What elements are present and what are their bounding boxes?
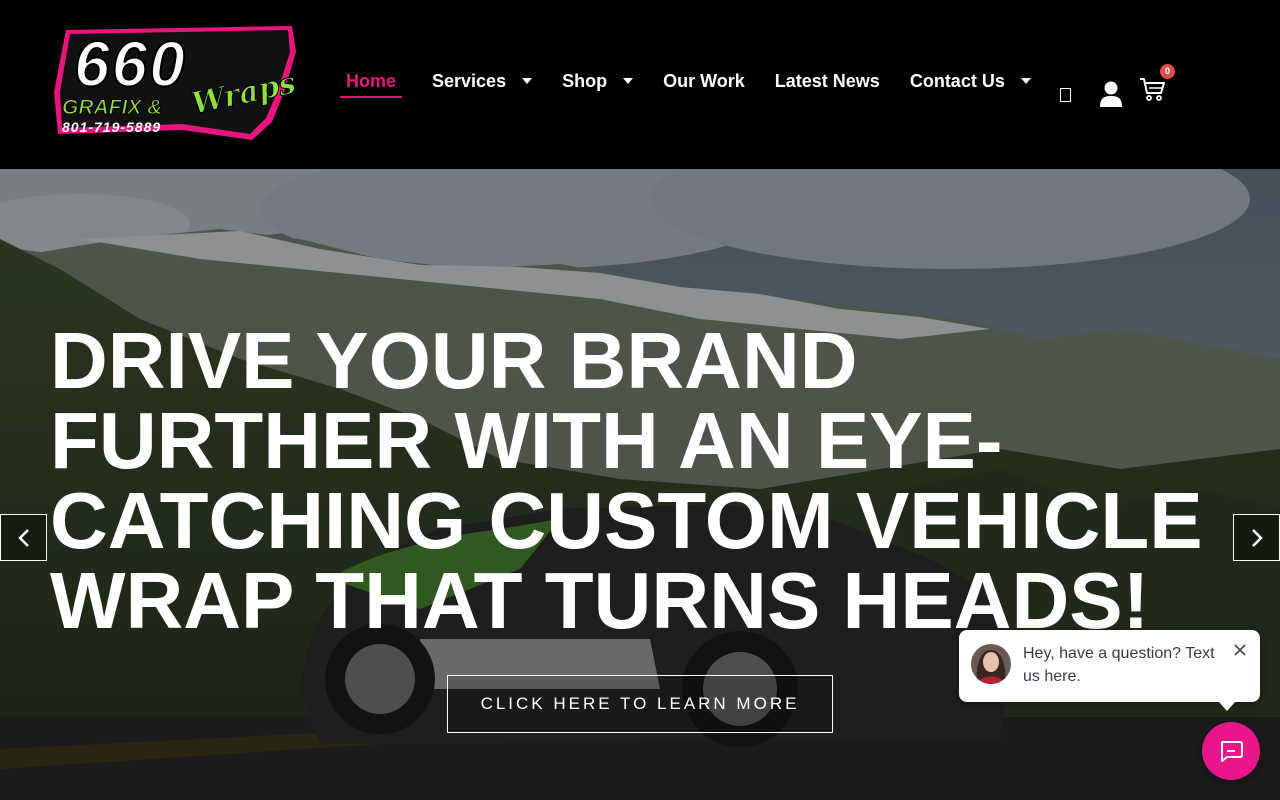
square-icon[interactable] [1060,88,1071,102]
cart-count-badge: 0 [1160,64,1175,79]
nav-shop-label: Shop [562,70,608,91]
nav-our-work-label: Our Work [663,70,745,91]
chat-launcher-button[interactable] [1202,722,1260,780]
slider-prev-button[interactable] [0,514,47,561]
nav-latest-news-label: Latest News [774,70,880,91]
chevron-down-icon[interactable] [623,78,634,84]
close-icon[interactable] [1232,642,1248,658]
chat-prompt-bubble[interactable]: Hey, have a question? Text us here. [959,630,1260,711]
header-icons: 0 [1060,64,1175,112]
svg-text:GRAFIX &: GRAFIX & [62,96,162,119]
learn-more-button[interactable]: CLICK HERE TO LEARN MORE [447,675,833,733]
nav-our-work[interactable]: Our Work [663,71,745,98]
site-header: 660 GRAFIX & Wraps 801-719-5889 Home Ser… [0,0,1280,169]
hero-slider: DRIVE YOUR BRAND FURTHER WITH AN EYE- CA… [0,169,1280,800]
user-icon[interactable] [1099,81,1123,107]
hero-heading-line: DRIVE YOUR BRAND [50,316,858,405]
svg-text:660: 660 [74,28,187,100]
nav-services[interactable]: Services [432,70,533,98]
main-navigation: Home Services Shop Our Work Latest News … [340,62,1061,106]
nav-contact-us[interactable]: Contact Us [910,71,1031,98]
nav-latest-news[interactable]: Latest News [775,71,880,98]
nav-contact-us-label: Contact Us [909,70,1005,91]
hero-heading: DRIVE YOUR BRAND FURTHER WITH AN EYE- CA… [50,321,1230,641]
cart-icon [1140,78,1165,101]
chevron-right-icon [1251,528,1263,547]
hero-heading-line: CATCHING CUSTOM VEHICLE [50,476,1203,565]
slider-next-button[interactable] [1233,514,1280,561]
chat-icon [1221,741,1243,762]
chat-agent-avatar [971,644,1011,684]
hero-heading-line: WRAP THAT TURNS HEADS! [50,556,1150,645]
hero-heading-line: FURTHER WITH AN EYE- [50,396,1003,485]
chevron-down-icon[interactable] [1020,78,1031,84]
svg-text:801-719-5889: 801-719-5889 [62,119,161,135]
chat-prompt-text: Hey, have a question? Text us here. [1023,645,1215,685]
nav-home-label: Home [340,71,403,98]
site-logo[interactable]: 660 GRAFIX & Wraps 801-719-5889 [52,22,300,146]
nav-services-label: Services [432,70,507,91]
cart-button[interactable]: 0 [1139,64,1175,103]
chevron-left-icon [17,528,29,547]
chevron-down-icon[interactable] [522,78,533,84]
nav-shop[interactable]: Shop [562,70,634,98]
nav-home[interactable]: Home [340,71,403,98]
